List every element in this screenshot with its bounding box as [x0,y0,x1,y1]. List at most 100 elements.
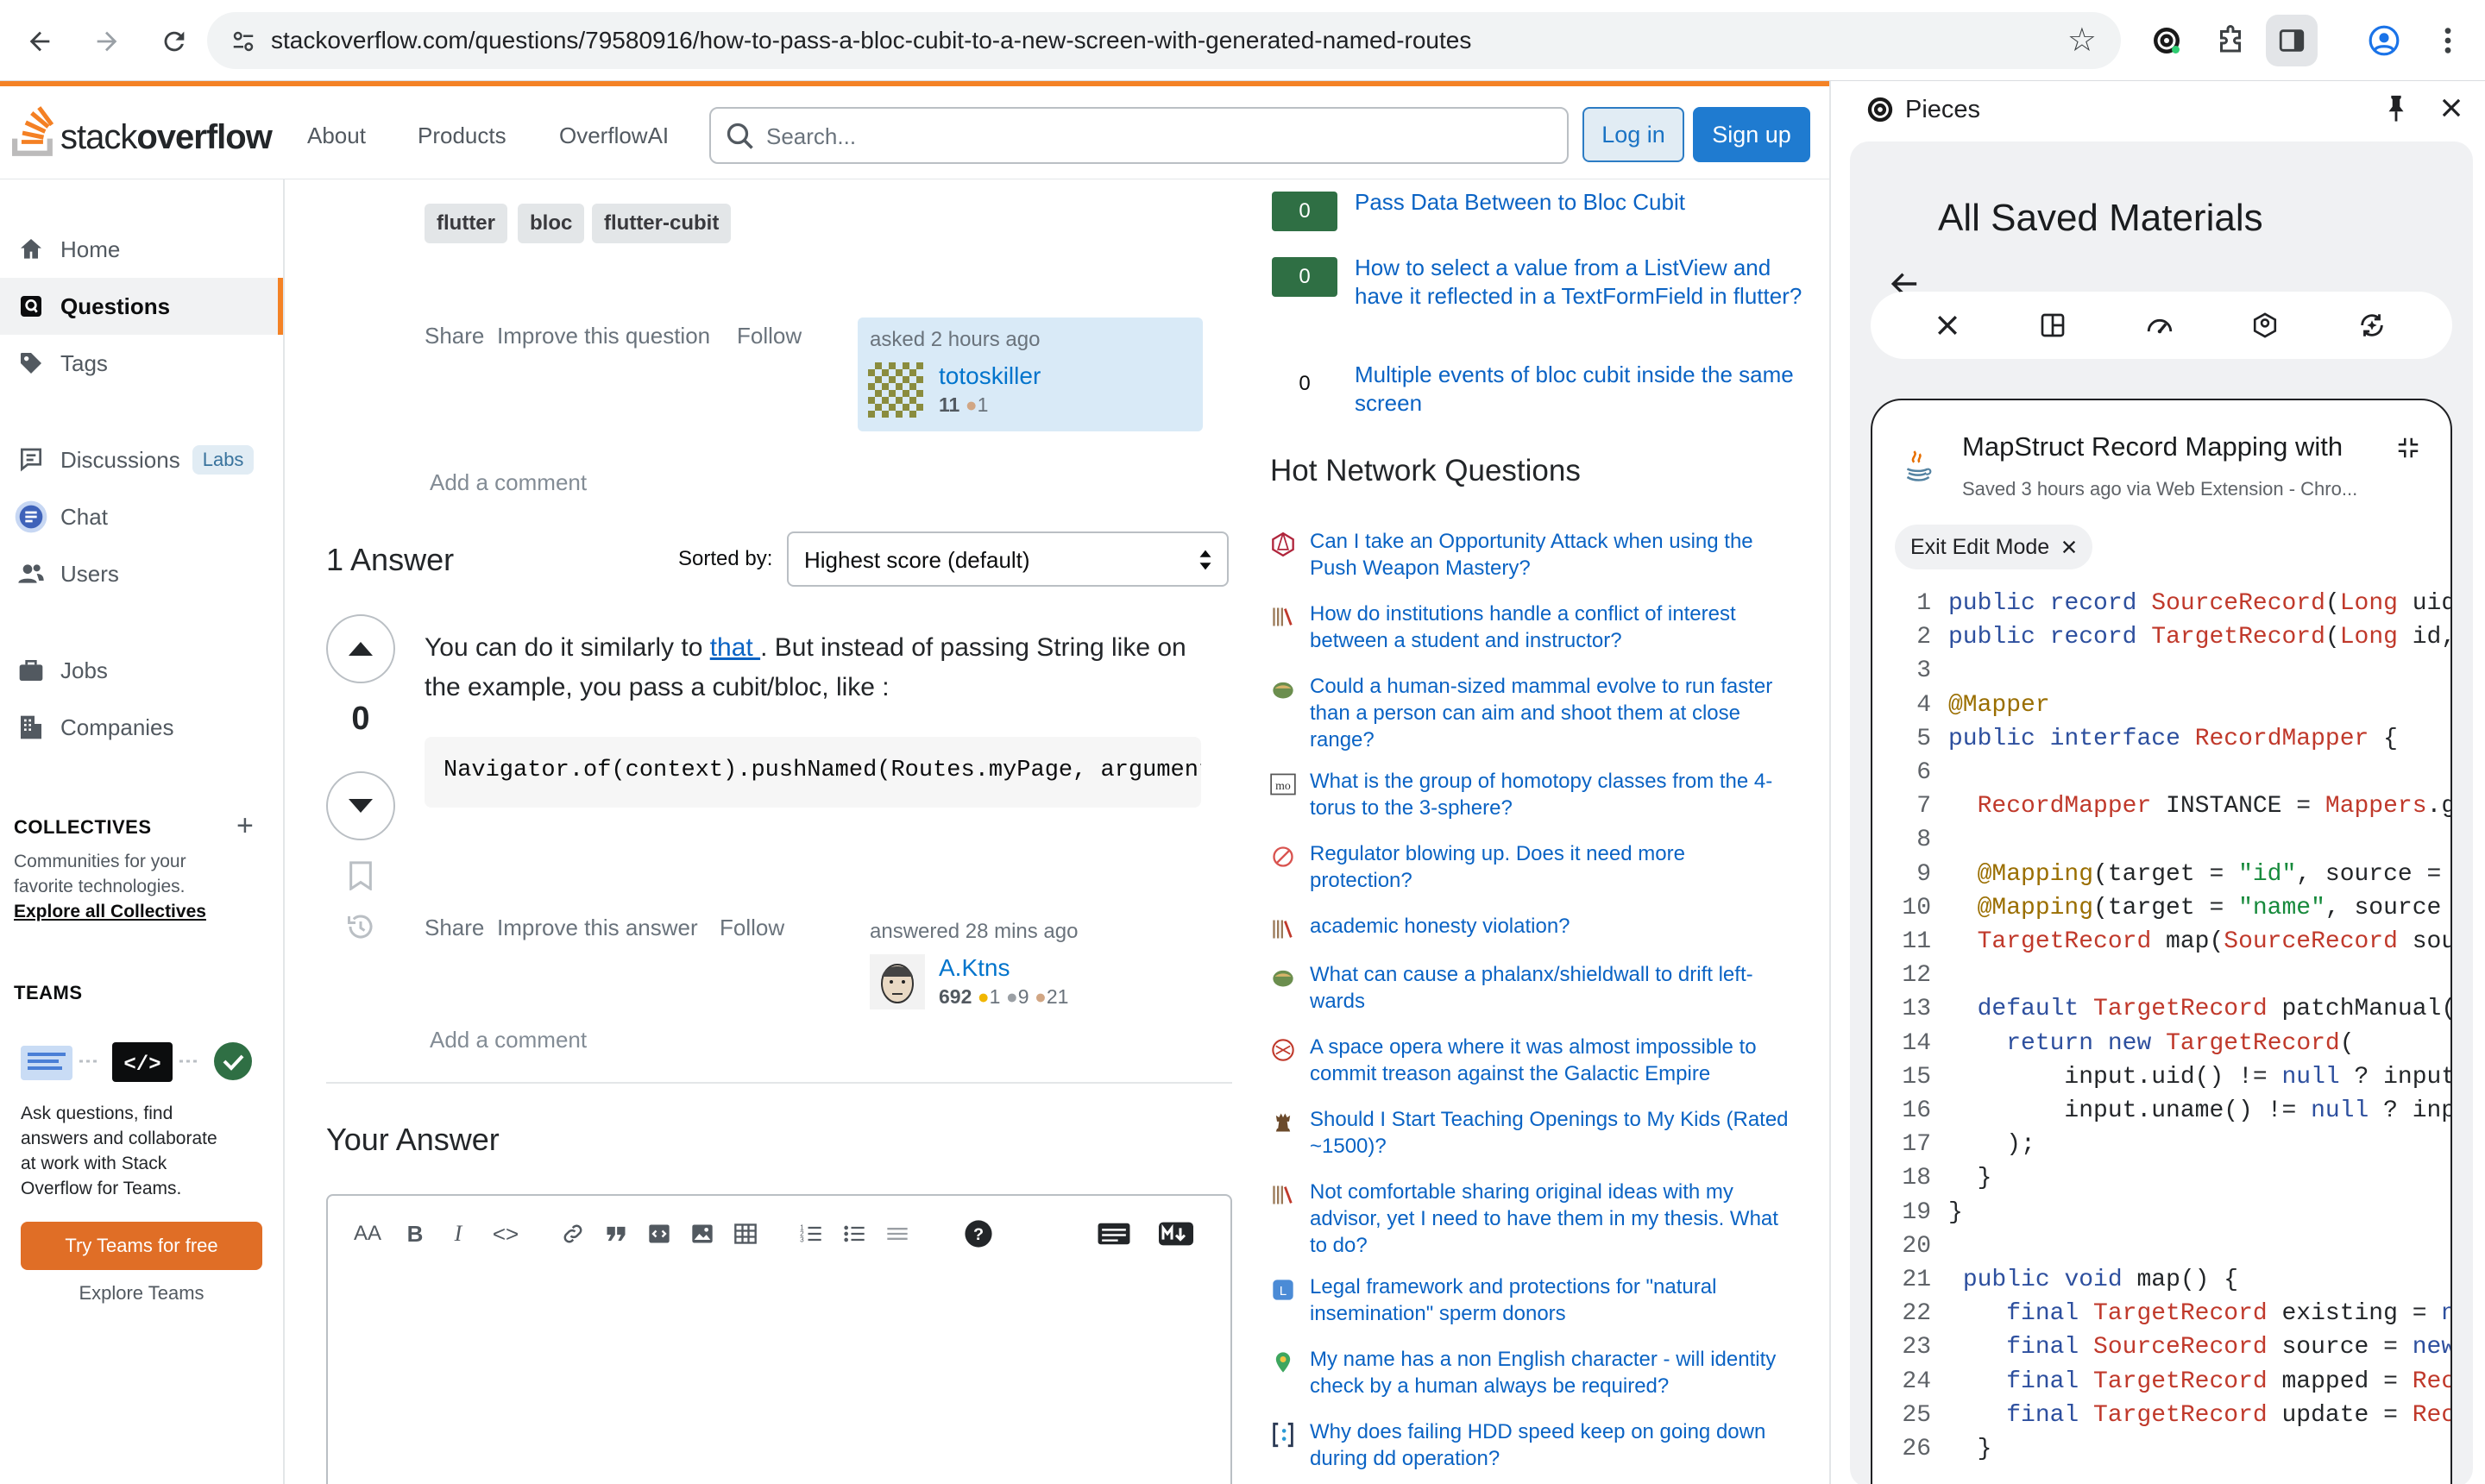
question-owner-name[interactable]: totoskiller [939,362,1041,390]
side-panel-icon[interactable] [2266,15,2318,66]
signup-button[interactable]: Sign up [1693,107,1810,162]
answer-owner-name[interactable]: A.Ktns [939,954,1010,982]
question-add-comment[interactable]: Add a comment [430,469,587,496]
link-icon[interactable] [556,1217,590,1251]
save-to-pieces-icon[interactable] [2247,307,2283,343]
explore-teams-link[interactable]: Explore Teams [21,1282,262,1305]
hot-question-link[interactable]: What is the group of homotopy classes fr… [1310,768,1793,821]
italic-icon[interactable]: I [445,1217,471,1251]
hot-question-link[interactable]: Should I Start Teaching Openings to My K… [1310,1106,1793,1160]
search-input[interactable]: Search... [709,107,1569,164]
related-question-link[interactable]: How to select a value from a ListView an… [1355,254,1821,311]
question-follow-link[interactable]: Follow [737,323,802,349]
try-teams-button[interactable]: Try Teams for free [21,1222,262,1270]
exit-edit-mode-chip[interactable]: Exit Edit Mode [1895,525,2093,569]
hot-question-link[interactable]: How do institutions handle a conflict of… [1310,601,1793,654]
hot-question-link[interactable]: Not comfortable sharing original ideas w… [1310,1179,1793,1259]
ordered-list-icon[interactable]: 123 [794,1217,828,1251]
profile-icon[interactable] [2364,21,2404,60]
speedometer-icon[interactable] [2142,307,2178,343]
nav-overflowai[interactable]: OverflowAI [559,123,669,149]
hot-question-item[interactable]: Should I Start Teaching Openings to My K… [1270,1106,1822,1166]
collapse-icon[interactable] [2395,435,2421,465]
hot-question-link[interactable]: A space opera where it was almost imposs… [1310,1034,1793,1087]
code-icon[interactable]: <> [488,1217,523,1251]
user-avatar[interactable] [870,954,925,1009]
url-text[interactable]: stackoverflow.com/questions/79580916/how… [271,27,1471,54]
code-snippet-icon[interactable] [642,1217,676,1251]
sidebar-item-companies[interactable]: Companies [0,699,283,756]
sidebar-item-discussions[interactable]: Discussions Labs [0,431,283,488]
upvote-button[interactable] [326,614,395,683]
question-share-link[interactable]: Share [425,323,484,349]
hot-question-item[interactable]: mo What is the group of homotopy classes… [1270,768,1822,828]
nav-products[interactable]: Products [418,123,506,149]
hot-question-item[interactable]: Regulator blowing up. Does it need more … [1270,840,1822,901]
unordered-list-icon[interactable] [837,1217,871,1251]
sort-select[interactable]: Highest score (default) [787,531,1229,587]
layout-grid-icon[interactable] [2035,307,2071,343]
site-settings-icon[interactable] [226,24,261,59]
toggle-preview-icon[interactable] [1094,1217,1134,1251]
answer-link[interactable]: that [710,633,760,662]
markdown-mode-icon[interactable] [1156,1217,1196,1251]
answer-add-comment[interactable]: Add a comment [430,1027,587,1053]
forward-icon[interactable] [85,19,129,64]
hot-question-link[interactable]: Why does failing HDD speed keep on going… [1310,1418,1793,1472]
hot-question-link[interactable]: Legal framework and protections for "nat… [1310,1273,1793,1327]
bookmark-icon[interactable] [349,861,373,895]
bookmark-star-icon[interactable]: ☆ [2067,21,2097,60]
ai-refresh-icon[interactable] [2354,307,2390,343]
tag-flutter-cubit[interactable]: flutter-cubit [592,204,732,243]
answer-improve-link[interactable]: Improve this answer [497,915,698,941]
tag-bloc[interactable]: bloc [518,204,585,243]
back-icon[interactable] [17,19,62,64]
image-icon[interactable] [685,1217,720,1251]
hot-question-item[interactable]: My name has a non English character - wi… [1270,1346,1822,1406]
menu-dots-icon[interactable] [2428,21,2468,60]
table-icon[interactable] [728,1217,763,1251]
close-icon[interactable] [2440,97,2463,123]
help-icon[interactable]: ? [961,1217,996,1251]
hot-question-link[interactable]: Could a human-sized mammal evolve to run… [1310,673,1793,753]
address-bar[interactable]: stackoverflow.com/questions/79580916/how… [207,12,2121,69]
explore-collectives-link[interactable]: Explore all Collectives [14,899,206,924]
hot-question-item[interactable]: Not comfortable sharing original ideas w… [1270,1179,1822,1261]
hot-question-link[interactable]: academic honesty violation? [1310,913,1793,940]
hot-question-link[interactable]: Regulator blowing up. Does it need more … [1310,840,1793,894]
close-icon[interactable] [2061,539,2077,555]
downvote-button[interactable] [326,771,395,840]
answer-editor[interactable]: AA B I <> 123 ? [326,1194,1232,1484]
sidebar-item-home[interactable]: Home [0,221,283,278]
related-question-link[interactable]: Multiple events of bloc cubit inside the… [1355,361,1821,418]
related-question-link[interactable]: Pass Data Between to Bloc Cubit [1355,188,1821,217]
horizontal-rule-icon[interactable] [880,1217,915,1251]
close-icon[interactable] [1929,307,1966,343]
pin-icon[interactable] [2383,93,2409,127]
sidebar-item-chat[interactable]: Chat [0,488,283,545]
stackoverflow-logo[interactable]: stackoverflow [12,105,273,157]
hot-question-item[interactable]: What can cause a phalanx/shieldwall to d… [1270,961,1822,1022]
hot-question-item[interactable]: academic honesty violation? [1270,913,1822,953]
reload-icon[interactable] [152,19,197,64]
quote-icon[interactable] [599,1217,633,1251]
login-button[interactable]: Log in [1582,107,1684,162]
hot-question-link[interactable]: What can cause a phalanx/shieldwall to d… [1310,961,1793,1015]
sidebar-item-users[interactable]: Users [0,545,283,602]
user-avatar[interactable] [868,362,923,418]
hot-question-item[interactable]: Can I take an Opportunity Attack when us… [1270,528,1822,588]
hot-question-link[interactable]: Can I take an Opportunity Attack when us… [1310,528,1793,582]
answer-share-link[interactable]: Share [425,915,484,941]
extensions-puzzle-icon[interactable] [2211,21,2250,60]
hot-question-item[interactable]: Why does failing HDD speed keep on going… [1270,1418,1822,1479]
sidebar-item-tags[interactable]: Tags [0,335,283,392]
hot-question-item[interactable]: Could a human-sized mammal evolve to run… [1270,673,1822,756]
hot-question-item[interactable]: A space opera where it was almost imposs… [1270,1034,1822,1094]
answer-follow-link[interactable]: Follow [720,915,784,941]
sidebar-item-questions[interactable]: Questions [0,278,283,335]
heading-icon[interactable]: AA [350,1217,385,1251]
question-improve-link[interactable]: Improve this question [497,323,710,349]
hot-question-link[interactable]: My name has a non English character - wi… [1310,1346,1793,1399]
add-collective-icon[interactable]: + [236,809,254,843]
history-icon[interactable] [345,911,376,946]
